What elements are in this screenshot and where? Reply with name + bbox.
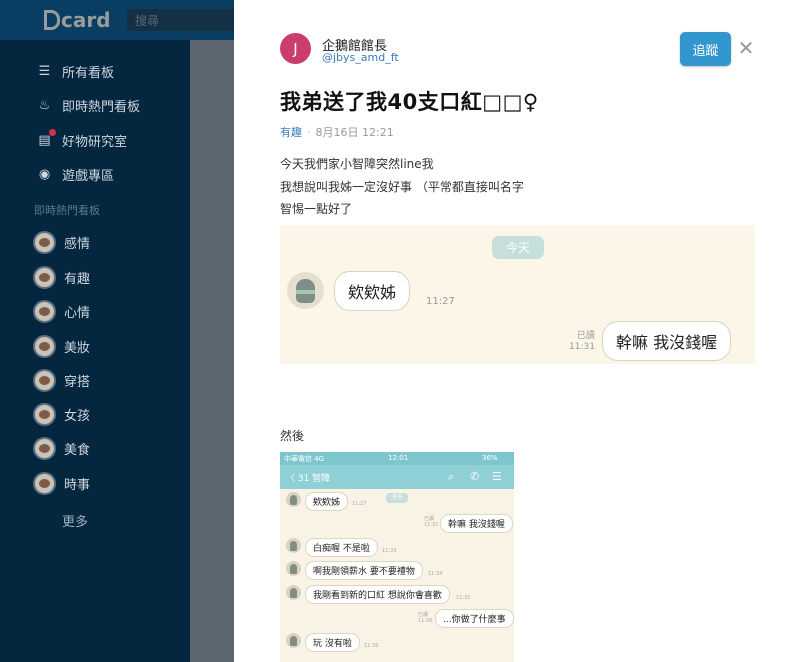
chat-bubble-right: 幹嘛 我沒錢喔: [602, 321, 732, 361]
sidebar-board-item[interactable]: 有趣: [33, 266, 90, 289]
penguin-avatar-icon: [286, 538, 301, 553]
store-icon: ▤: [36, 128, 56, 149]
sidebar-board-item[interactable]: 女孩: [33, 403, 90, 426]
sidebar-board-item[interactable]: 感情: [33, 231, 90, 254]
penguin-avatar-icon: [287, 272, 324, 309]
phone-status-bar: 中華電信 4G 12:01 36%: [280, 452, 514, 465]
chat-time: 11:36: [364, 643, 379, 649]
author-avatar[interactable]: J: [280, 33, 311, 64]
flame-icon: ♨: [38, 97, 51, 113]
sidebar-item-label: 所有看板: [62, 65, 115, 81]
chat-read-status: 已讀: [424, 516, 435, 522]
menu-icon: ☰: [492, 470, 502, 483]
chat-time: 11:34: [428, 571, 443, 577]
post-body-line: 今天我們家小智障突然line我: [280, 157, 434, 171]
post-image-chat[interactable]: 今天 欸欸姊 11:27 已讀 11:31 幹嘛 我沒錢喔: [280, 225, 755, 364]
penguin-avatar-icon: [286, 633, 301, 648]
post-meta: 有趣 · 8月16日 12:21: [280, 124, 394, 140]
phone-chat-bubble-left: 白痴喔 不是啦: [305, 538, 378, 557]
sidebar-item-label: 遊戲專區: [62, 168, 115, 184]
search-icon: ⌕: [448, 470, 455, 483]
phone-chat-bubble-left: 啊我剛領薪水 要不要禮物: [305, 561, 423, 580]
post-body-line: 智惕一點好了: [280, 202, 353, 216]
board-avatar: [33, 403, 56, 426]
gamepad-icon: ◉: [38, 166, 51, 182]
back-icon: 〈 31 智障: [286, 474, 331, 484]
post-image-phone[interactable]: 中華電信 4G 12:01 36% 〈 31 智障 ⌕ ✆ ☰ 今天 欸欸姊 1…: [280, 452, 514, 662]
phone-chat-header: 〈 31 智障 ⌕ ✆ ☰: [280, 465, 514, 489]
chat-date-pill: 今天: [492, 236, 544, 259]
background-content: [190, 40, 234, 662]
chat-read-status: 已讀: [418, 612, 429, 618]
sidebar-item-all-boards[interactable]: ☰ 所有看板: [36, 61, 114, 81]
board-avatar: [33, 335, 56, 358]
follow-button[interactable]: 追蹤: [680, 32, 731, 66]
chat-date-pill: 今天: [386, 493, 408, 503]
board-avatar: [33, 231, 56, 254]
list-icon: ☰: [38, 63, 51, 79]
sidebar-item-label: 即時熱門看板: [62, 99, 141, 115]
phone-icon: ✆: [470, 470, 480, 483]
phone-chat-bubble-left: 欸欸姊: [305, 492, 349, 511]
phone-chat-bubble-left: 玩 沒有啦: [305, 633, 360, 652]
penguin-avatar-icon: [286, 492, 301, 507]
post-category[interactable]: 有趣: [280, 126, 302, 139]
sidebar-more-link[interactable]: 更多: [62, 511, 88, 530]
sidebar-section-title: 即時熱門看板: [34, 204, 100, 217]
chat-time: 11:27: [426, 296, 455, 307]
post-time: 8月16日 12:21: [315, 126, 394, 139]
post-body-line: 我想說叫我姊一定沒好事 （平常都直接叫名字: [280, 180, 524, 194]
chat-time: 11:35: [456, 595, 471, 601]
chat-bubble-left: 欸欸姊: [334, 271, 411, 311]
sidebar-board-item[interactable]: 穿搭: [33, 369, 90, 392]
close-icon[interactable]: ✕: [736, 38, 756, 58]
chat-time: 11:33: [382, 548, 397, 554]
sidebar-item-games[interactable]: ◉ 遊戲專區: [36, 164, 114, 184]
sidebar-board-item[interactable]: 美食: [33, 437, 90, 460]
notification-badge: [49, 128, 56, 136]
author-handle[interactable]: @jbys_amd_ft: [322, 51, 399, 64]
penguin-avatar-icon: [286, 585, 301, 600]
board-avatar: [33, 266, 56, 289]
sidebar-item-goods-lab[interactable]: ▤ 好物研究室: [36, 128, 128, 150]
sidebar-item-label: 好物研究室: [62, 134, 128, 150]
meta-separator: ·: [307, 126, 311, 139]
sidebar-item-hot-boards[interactable]: ♨ 即時熱門看板: [36, 95, 140, 115]
chat-time: 11:36: [418, 618, 433, 624]
phone-chat-bubble-right: ...你做了什麼事: [435, 609, 514, 628]
chat-time: 11:27: [352, 501, 367, 507]
board-avatar: [33, 300, 56, 323]
board-avatar: [33, 369, 56, 392]
phone-chat-bubble-right: 幹嘛 我沒錢喔: [440, 514, 513, 533]
chat-time: 11:31: [424, 522, 439, 528]
chat-read-status: 已讀 11:31: [569, 331, 595, 352]
post-body-line: 然後: [280, 429, 305, 443]
board-avatar: [33, 437, 56, 460]
sidebar-board-item[interactable]: 時事: [33, 472, 90, 495]
board-avatar: [33, 472, 56, 495]
sidebar-board-item[interactable]: 心情: [33, 300, 90, 323]
penguin-avatar-icon: [286, 561, 301, 576]
sidebar-board-item[interactable]: 美妝: [33, 335, 90, 358]
post-title: 我弟送了我40支口紅□□♀: [280, 90, 539, 114]
phone-chat-bubble-left: 我剛看到新的口紅 想說你會喜歡: [305, 585, 450, 604]
